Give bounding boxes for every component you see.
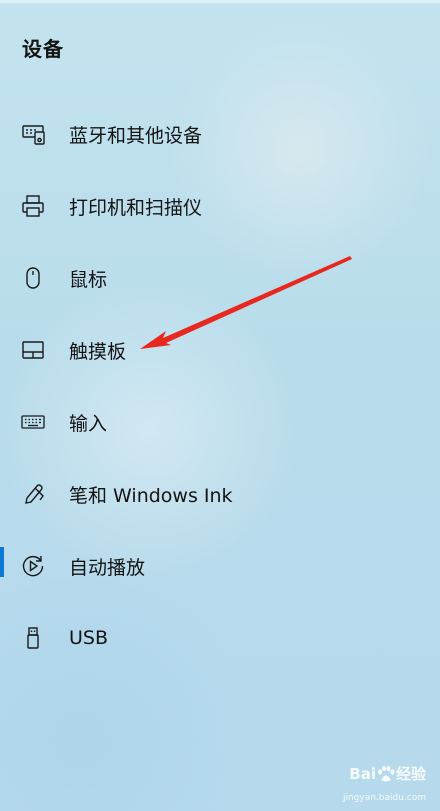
nav-item-label: 自动播放 bbox=[69, 556, 146, 579]
watermark-brand: Bai bbox=[349, 764, 376, 783]
nav-item-label: 输入 bbox=[69, 412, 108, 435]
nav-item-bluetooth[interactable]: 蓝牙和其他设备 bbox=[0, 98, 440, 170]
watermark-brand-suffix: 经验 bbox=[395, 765, 426, 783]
nav-item-mouse[interactable]: 鼠标 bbox=[0, 242, 440, 314]
nav-item-label: 蓝牙和其他设备 bbox=[69, 124, 203, 147]
printer-icon bbox=[20, 193, 46, 219]
nav-item-label: 打印机和扫描仪 bbox=[69, 196, 203, 219]
bluetooth-devices-icon bbox=[20, 121, 46, 147]
nav-item-autoplay[interactable]: 自动播放 bbox=[0, 530, 440, 602]
nav-item-typing[interactable]: 输入 bbox=[0, 386, 440, 458]
usb-icon bbox=[20, 625, 46, 651]
paw-icon bbox=[377, 765, 395, 781]
page-title: 设备 bbox=[22, 37, 64, 61]
pen-icon bbox=[20, 481, 46, 507]
watermark-url: jingyan.baidu.com bbox=[342, 793, 426, 803]
nav-item-pen[interactable]: 笔和 Windows Ink bbox=[0, 458, 440, 530]
touchpad-icon bbox=[20, 337, 46, 363]
window-top-edge bbox=[0, 0, 440, 3]
nav-item-label: 笔和 Windows Ink bbox=[69, 484, 233, 507]
settings-nav: 蓝牙和其他设备 打印机和扫描仪 鼠标 触摸板 输入 笔和 Windows Ink… bbox=[0, 98, 440, 674]
nav-item-usb[interactable]: USB bbox=[0, 602, 440, 674]
baidu-jingyan-watermark: Bai 经验 jingyan.baidu.com bbox=[288, 763, 428, 804]
nav-item-label: 鼠标 bbox=[69, 268, 108, 291]
nav-item-label: USB bbox=[69, 627, 109, 649]
nav-item-printers[interactable]: 打印机和扫描仪 bbox=[0, 170, 440, 242]
mouse-icon bbox=[20, 265, 46, 291]
nav-item-label: 触摸板 bbox=[69, 340, 127, 363]
nav-item-touchpad[interactable]: 触摸板 bbox=[0, 314, 440, 577]
autoplay-icon bbox=[20, 553, 46, 579]
keyboard-icon bbox=[20, 409, 46, 435]
